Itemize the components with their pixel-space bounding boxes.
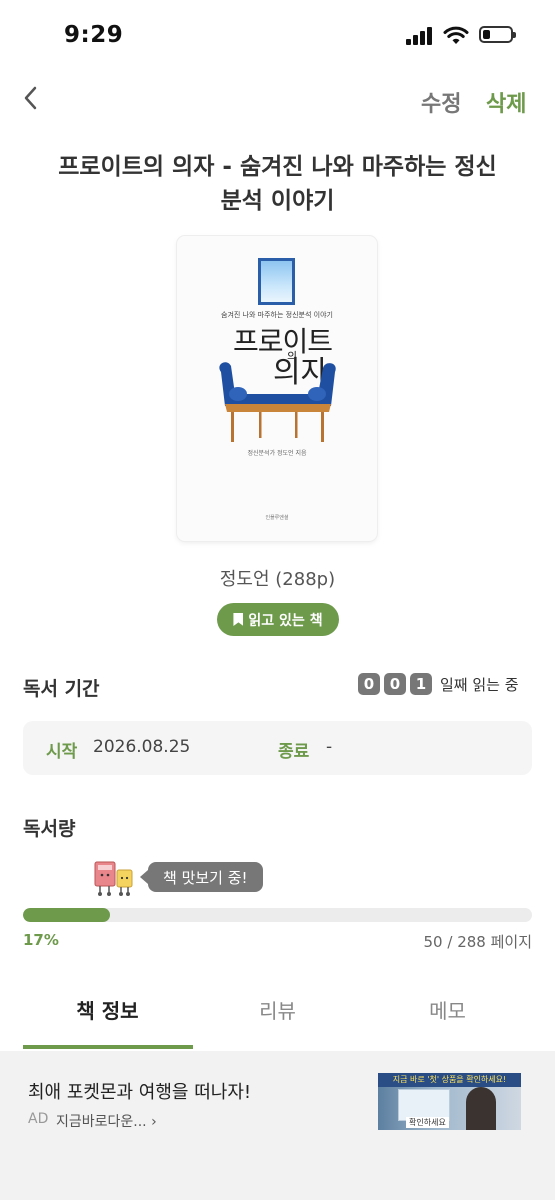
cover-sofa-illustration xyxy=(219,362,336,442)
status-time: 9:29 xyxy=(64,22,124,48)
start-label: 시작 xyxy=(46,742,78,762)
delete-button[interactable]: 삭제 xyxy=(486,86,526,118)
book-mascot-icon xyxy=(94,861,133,896)
tab-book-info[interactable]: 책 정보 xyxy=(15,995,200,1024)
progress-percent: 17% xyxy=(23,931,59,949)
ad-title[interactable]: 최애 포켓몬과 여행을 떠나자! xyxy=(28,1078,251,1104)
cover-subtitle: 숨겨진 나와 마주하는 정신분석 이야기 xyxy=(221,311,333,319)
book-cover: 숨겨진 나와 마주하는 정신분석 이야기 프로이트 의자 의 정신분석가 정도언… xyxy=(177,236,377,541)
bookmark-icon xyxy=(233,613,244,626)
ad-thumb-person xyxy=(466,1087,496,1130)
reading-day-counter: 0 0 1 일째 읽는 중 xyxy=(358,673,519,695)
book-title-line2: 분석 이야기 xyxy=(220,188,335,214)
reading-period-card[interactable]: 시작 2026.08.25 종료 - xyxy=(23,721,532,775)
reading-progress-fill xyxy=(23,908,110,922)
back-chevron-icon[interactable] xyxy=(20,84,42,112)
start-date: 2026.08.25 xyxy=(93,737,191,757)
end-date: - xyxy=(326,737,333,757)
ad-thumbnail[interactable]: 지금 바로 '첫' 상품을 확인하세요! 확인하세요 xyxy=(378,1073,521,1130)
active-tab-indicator xyxy=(23,1045,193,1049)
progress-pages: 50 / 288 페이지 xyxy=(423,933,532,951)
reading-amount-heading: 독서량 xyxy=(23,818,76,840)
day-digit: 0 xyxy=(384,673,406,695)
ad-thumb-caption: 확인하세요 xyxy=(406,1117,449,1128)
wifi-icon xyxy=(443,26,469,44)
battery-icon xyxy=(479,26,516,43)
day-suffix: 일째 읽는 중 xyxy=(440,675,519,694)
book-title: 프로이트의 의자 - 숨겨진 나와 마주하는 정신 분석 이야기 xyxy=(20,150,535,218)
edit-button[interactable]: 수정 xyxy=(421,86,461,118)
cover-publisher: 인플루엔셜 xyxy=(265,515,289,521)
reading-progress-bar xyxy=(23,908,532,922)
book-title-line1: 프로이트의 의자 - 숨겨진 나와 마주하는 정신 xyxy=(58,154,497,180)
ad-label: AD xyxy=(28,1111,49,1127)
cellular-signal-icon xyxy=(406,27,434,45)
reading-period-heading: 독서 기간 xyxy=(23,678,100,700)
tab-memo[interactable]: 메모 xyxy=(355,995,540,1024)
progress-bubble: 책 맛보기 중! xyxy=(140,862,263,892)
reading-status-badge[interactable]: 읽고 있는 책 xyxy=(217,603,339,636)
ad-thumb-banner: 지금 바로 '첫' 상품을 확인하세요! xyxy=(378,1073,521,1087)
reading-status-label: 읽고 있는 책 xyxy=(248,612,323,629)
day-digit: 1 xyxy=(410,673,432,695)
ad-banner[interactable]: 최애 포켓몬과 여행을 떠나자! AD 지금바로다운... › 지금 바로 '첫… xyxy=(0,1051,555,1200)
day-digit: 0 xyxy=(358,673,380,695)
ad-cta-link[interactable]: 지금바로다운... › xyxy=(56,1111,157,1131)
cover-window-picture xyxy=(258,258,295,305)
end-label: 종료 xyxy=(278,742,310,762)
tab-review[interactable]: 리뷰 xyxy=(185,995,370,1024)
author-pages: 정도언 (288p) xyxy=(219,569,336,590)
cover-author: 정신분석가 정도언 지음 xyxy=(247,450,307,457)
